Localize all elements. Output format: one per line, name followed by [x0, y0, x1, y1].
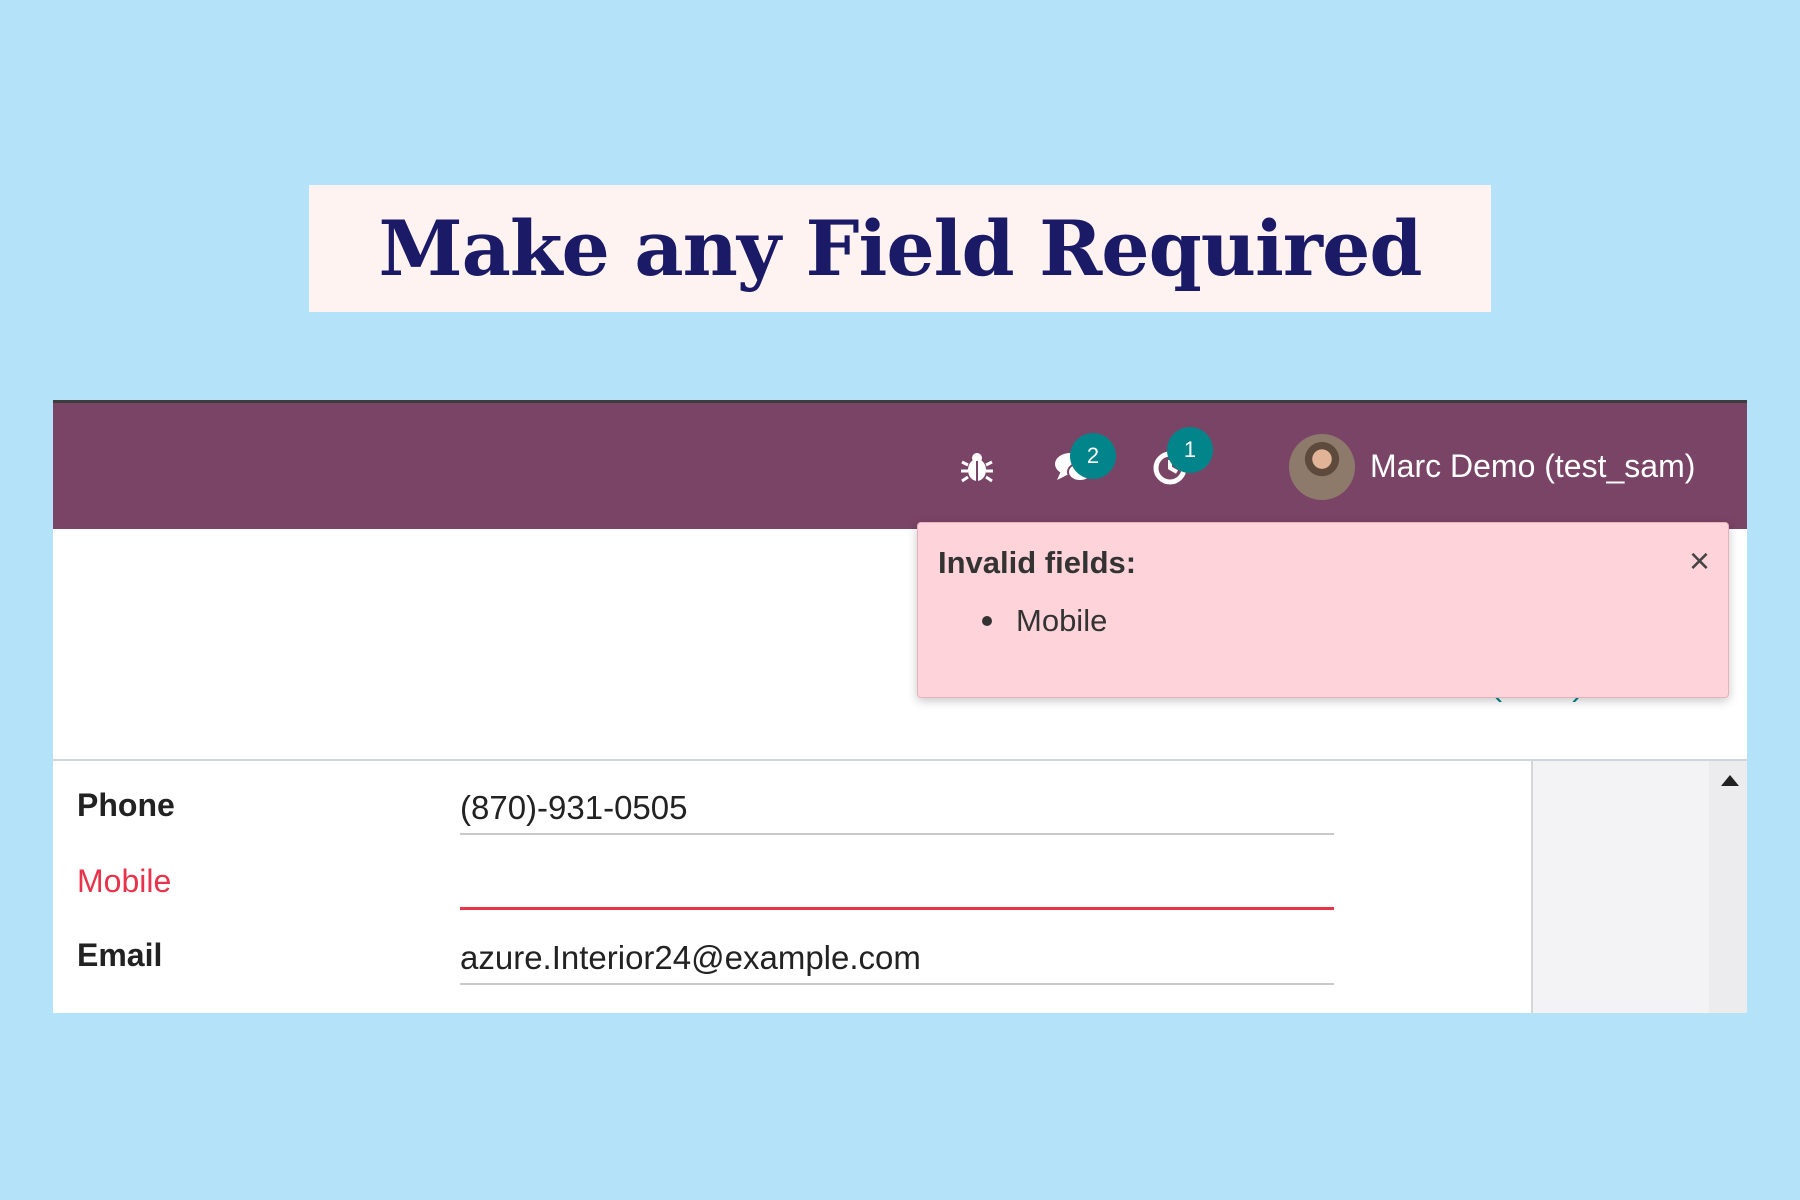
messages-badge: 2	[1070, 433, 1116, 479]
activities-badge: 1	[1167, 427, 1213, 473]
odoo-screenshot: 2 1 Marc Demo (test_sam) ‹ › Phone Mobil…	[53, 400, 1747, 1013]
avatar[interactable]	[1289, 434, 1355, 500]
invalid-fields-notification: Invalid fields: × Mobile	[917, 522, 1729, 698]
bullet-icon	[982, 616, 992, 626]
scroll-up-arrow-icon[interactable]	[1721, 775, 1739, 786]
banner: Make any Field Required	[309, 185, 1491, 312]
email-field[interactable]	[460, 933, 1334, 985]
list-item: Mobile	[982, 603, 1107, 639]
form-sheet: Phone Mobile Email	[53, 761, 1531, 1013]
scrollbar[interactable]	[1709, 761, 1747, 1013]
mobile-label: Mobile	[77, 863, 172, 899]
top-navbar: 2 1 Marc Demo (test_sam)	[53, 400, 1747, 529]
email-label: Email	[77, 937, 163, 973]
invalid-fields-list: Mobile	[982, 603, 1107, 639]
user-menu[interactable]: Marc Demo (test_sam)	[1370, 448, 1695, 485]
notification-title: Invalid fields:	[938, 545, 1137, 580]
mobile-field[interactable]	[460, 858, 1334, 910]
banner-title: Make any Field Required	[378, 204, 1423, 293]
close-icon[interactable]: ×	[1689, 543, 1710, 579]
invalid-field-name: Mobile	[1016, 603, 1108, 638]
phone-field[interactable]	[460, 783, 1334, 835]
phone-label: Phone	[77, 787, 175, 823]
bug-icon[interactable]	[957, 447, 997, 487]
